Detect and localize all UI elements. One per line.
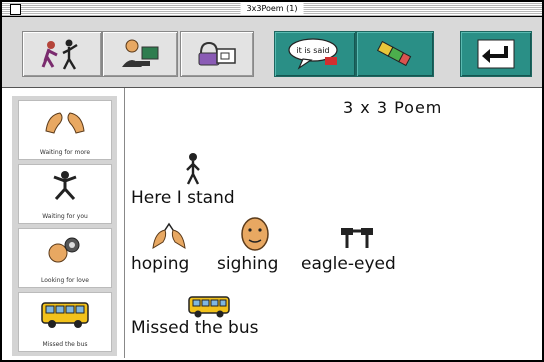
app-window: 3x3Poem (1) it is said Waiting for more …: [0, 0, 544, 362]
sidebar-item-looking-for-love[interactable]: Looking for love: [18, 228, 112, 288]
close-box[interactable]: [10, 4, 21, 15]
purse-card-icon: [198, 41, 236, 66]
enter-arrow-icon: [477, 39, 515, 69]
eraser-icon: [376, 40, 412, 67]
bus-icon: [188, 296, 230, 318]
hands-icon: [45, 112, 85, 134]
hoping-hands-icon: [152, 222, 186, 249]
person-board-button[interactable]: [102, 31, 178, 77]
sidebar-item-waiting-for-you[interactable]: Waiting for you: [18, 164, 112, 224]
person-board-icon: [122, 39, 159, 67]
sighing-face-icon: [241, 217, 269, 251]
looking-icon: [48, 237, 80, 263]
poem-word-hoping: hoping: [131, 254, 190, 274]
run-figure-icon: [41, 39, 78, 70]
eraser-button[interactable]: [356, 31, 434, 77]
purse-card-button[interactable]: [180, 31, 254, 77]
sidebar-item-waiting-for-more[interactable]: Waiting for more: [18, 100, 112, 160]
poem-line-3: Missed the bus: [131, 318, 259, 338]
sidebar-item-label: Missed the bus: [42, 341, 88, 348]
window-title: 3x3Poem (1): [240, 3, 304, 14]
poem-document[interactable]: 3 x 3 Poem Here I stand hoping sighing e…: [124, 88, 541, 358]
title-bar[interactable]: 3x3Poem (1): [2, 2, 542, 17]
speech-bubble-icon: it is said: [288, 38, 338, 70]
poem-line-1: Here I stand: [131, 188, 235, 208]
sidebar-item-label: Waiting for more: [39, 149, 91, 156]
sidebar: Waiting for more Waiting for you Looking…: [12, 96, 117, 356]
reaching-icon: [53, 171, 77, 201]
run-figure-button[interactable]: [22, 31, 102, 77]
poem-title: 3 x 3 Poem: [343, 98, 443, 117]
enter-button[interactable]: [460, 31, 532, 77]
bus-icon: [41, 302, 89, 328]
poem-word-sighing: sighing: [217, 254, 279, 274]
sidebar-item-missed-the-bus[interactable]: Missed the bus: [18, 292, 112, 352]
sidebar-item-label: Looking for love: [41, 277, 89, 284]
standing-person-icon: [186, 153, 200, 185]
speech-bubble-text: it is said: [296, 46, 329, 55]
sidebar-item-label: Waiting for you: [42, 213, 88, 220]
eagle-eyed-icon: [341, 228, 373, 248]
speech-bubble-button[interactable]: it is said: [274, 31, 356, 77]
poem-word-eagle-eyed: eagle-eyed: [301, 254, 396, 274]
toolbar: it is said: [2, 17, 542, 88]
